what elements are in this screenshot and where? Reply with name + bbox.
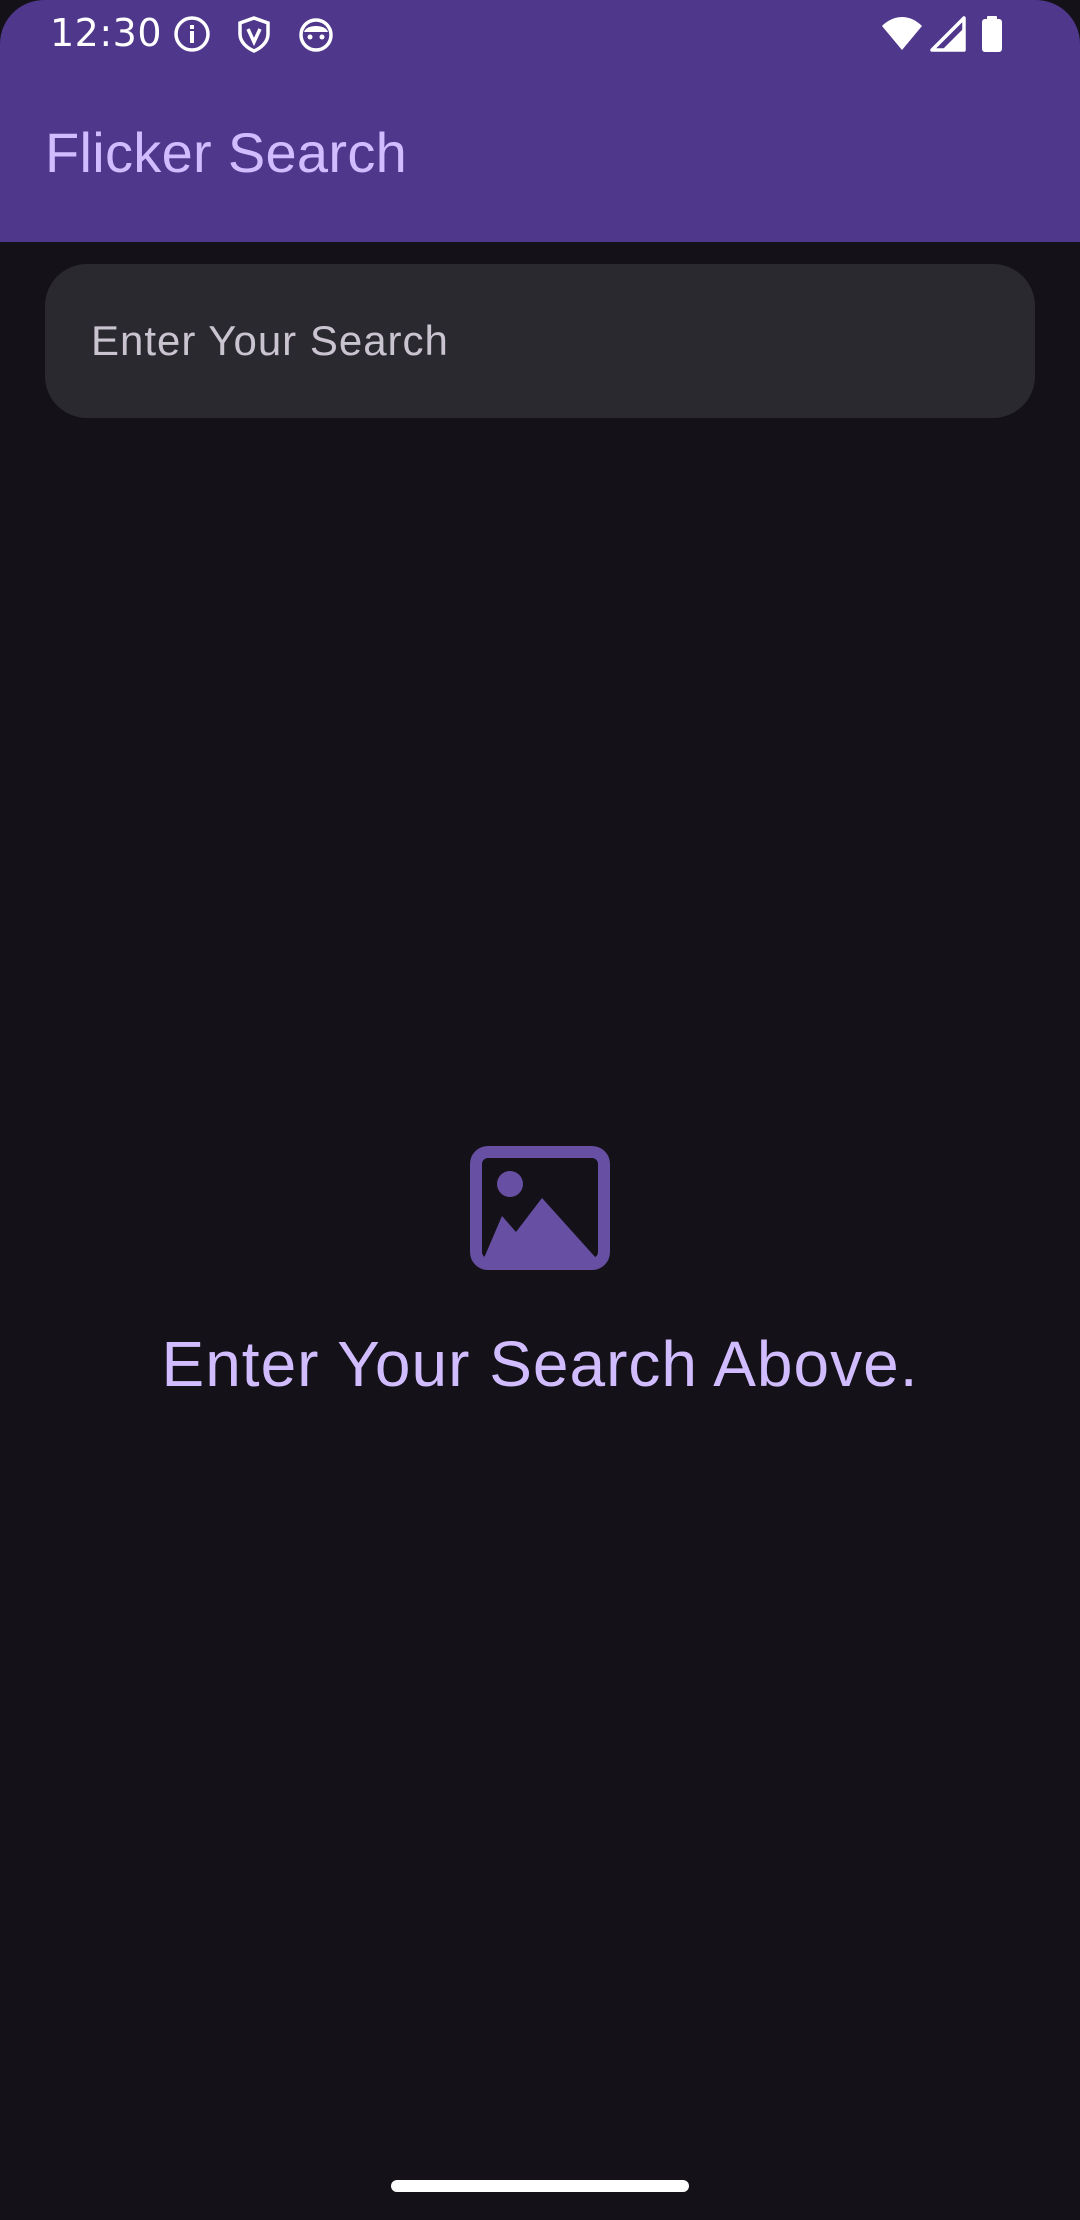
android-face-icon (296, 14, 336, 54)
top-app-bar: 12:30 Flicker Search (0, 0, 1080, 242)
app-title: Flicker Search (45, 121, 408, 184)
app-screen: 12:30 Flicker Search Enter Your Search E… (0, 0, 1080, 2220)
empty-state-message: Enter Your Search Above. (161, 1328, 919, 1400)
battery-icon (980, 14, 1004, 54)
search-input[interactable]: Enter Your Search (45, 264, 1035, 418)
info-icon (172, 14, 212, 54)
cell-signal-icon (928, 14, 968, 54)
search-placeholder: Enter Your Search (91, 317, 449, 364)
status-time: 12:30 (50, 11, 163, 55)
status-bar: 12:30 (0, 0, 1080, 66)
home-indicator[interactable] (391, 2180, 689, 2192)
image-placeholder-icon (470, 1146, 610, 1270)
wifi-icon (880, 14, 924, 54)
shield-icon (234, 14, 274, 54)
